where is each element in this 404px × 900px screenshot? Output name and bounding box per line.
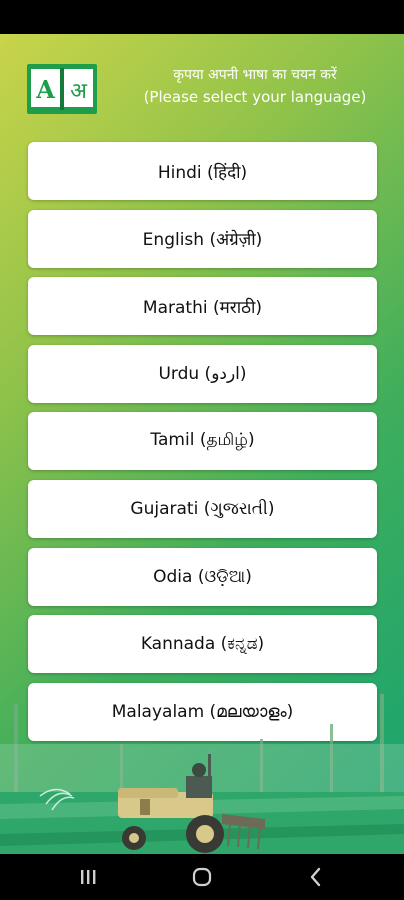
prompt-english: (Please select your language) [143, 88, 367, 106]
prompt-hindi: कृपया अपनी भाषा का चयन करें [173, 67, 337, 83]
language-button-gujarati[interactable]: Gujarati (ગુજરાતી) [28, 479, 377, 538]
language-button-marathi[interactable]: Marathi (मराठी) [28, 277, 377, 336]
back-icon[interactable] [296, 862, 336, 892]
language-book-icon: A अ [27, 64, 97, 114]
language-prompt: कृपया अपनी भाषा का चयन करें (Please sele… [110, 64, 400, 108]
language-button-odia[interactable]: Odia (ଓଡ଼ିଆ) [28, 547, 377, 606]
home-icon[interactable] [182, 862, 222, 892]
language-list: Hindi (हिंदी) English (अंग्रेज़ी) Marath… [28, 142, 377, 750]
language-button-urdu[interactable]: Urdu (اردو) [28, 344, 377, 403]
language-button-tamil[interactable]: Tamil (தமிழ்) [28, 412, 377, 471]
status-bar [0, 0, 404, 34]
logo-letter-devanagari: अ [70, 79, 88, 104]
header: A अ कृपया अपनी भाषा का चयन करें (Please … [0, 34, 404, 134]
system-navigation-bar [0, 854, 404, 900]
recent-apps-icon[interactable] [68, 862, 108, 892]
language-button-hindi[interactable]: Hindi (हिंदी) [28, 142, 377, 200]
language-button-english[interactable]: English (अंग्रेज़ी) [28, 209, 377, 268]
farm-tractor-illustration [0, 694, 404, 854]
language-button-kannada[interactable]: Kannada (ಕನ್ನಡ) [28, 615, 377, 674]
logo-letter-latin: A [35, 75, 55, 104]
language-selection-screen: A अ कृपया अपनी भाषा का चयन करें (Please … [0, 34, 404, 854]
